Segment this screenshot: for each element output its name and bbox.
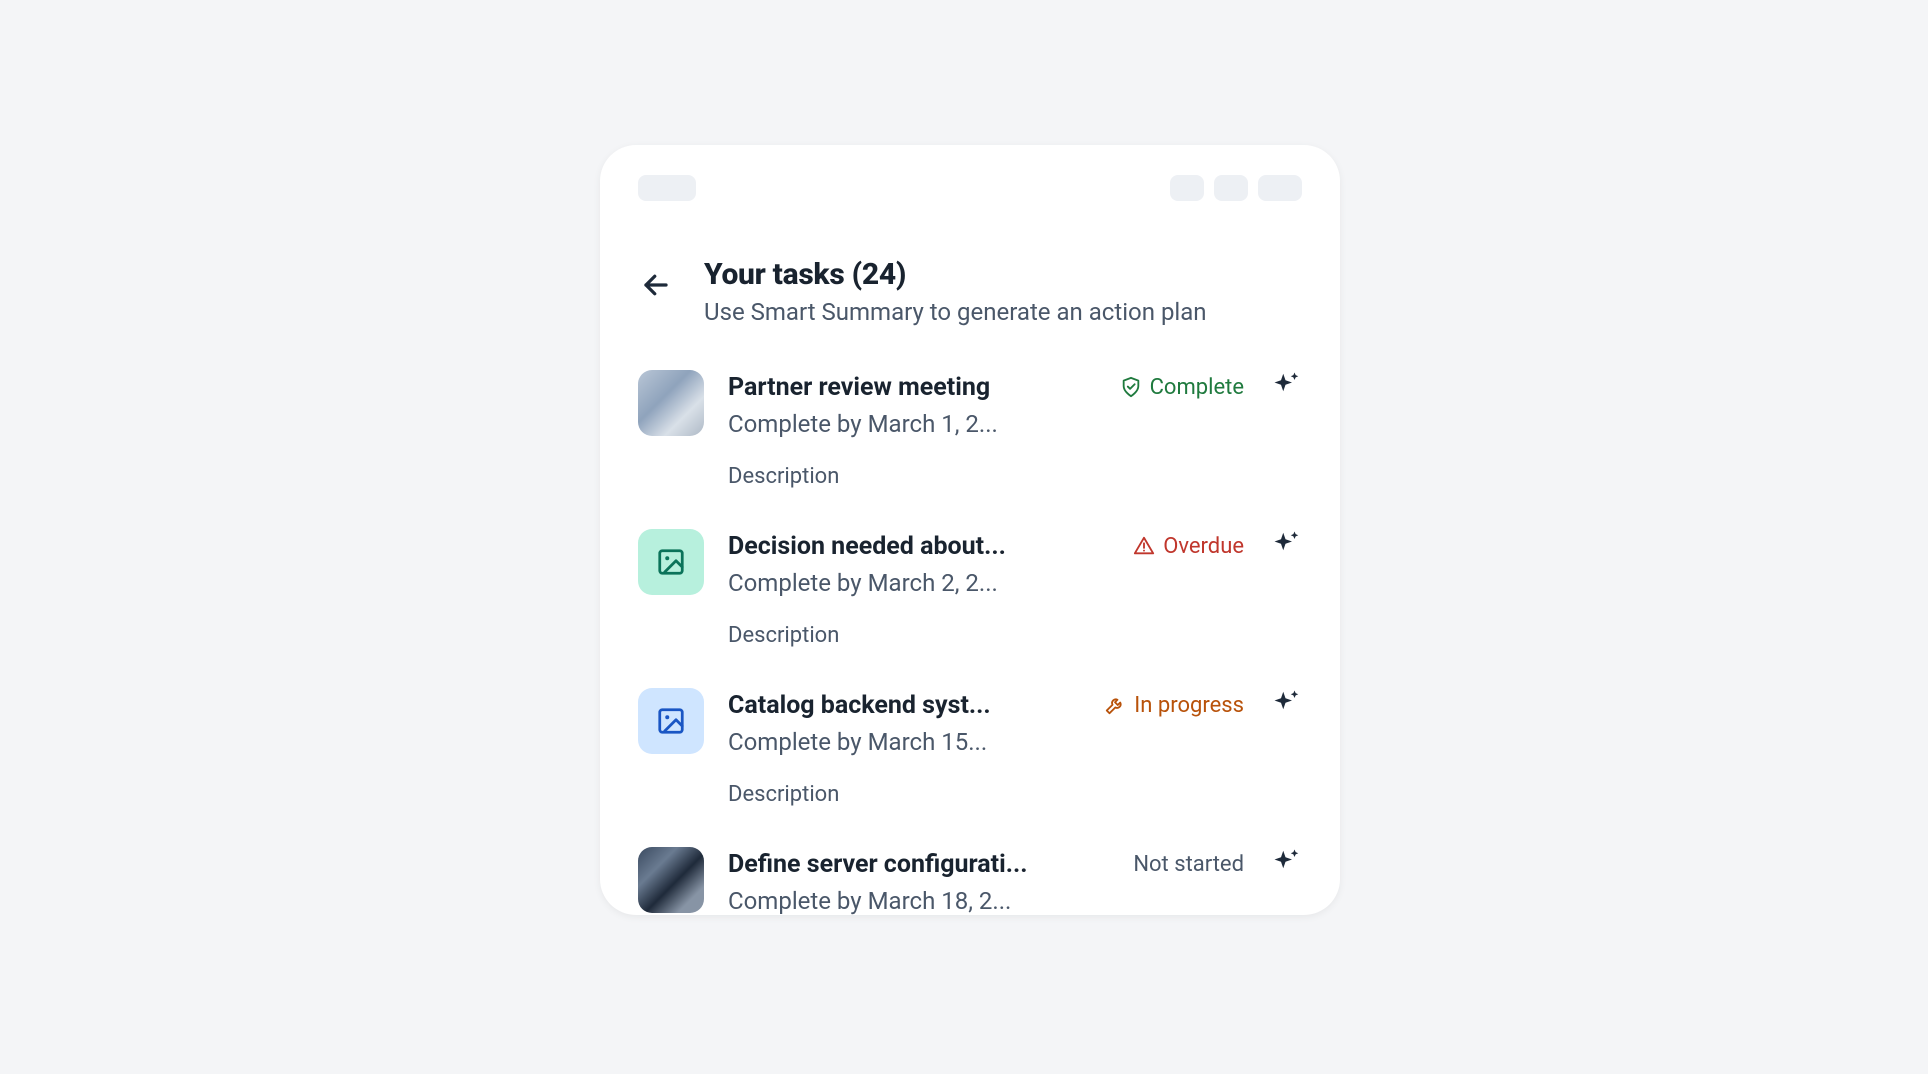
status-badge: Complete [1120,375,1244,400]
task-title: Catalog backend syst... [728,691,991,720]
smart-summary-button[interactable] [1272,529,1302,563]
smart-summary-button[interactable] [1272,370,1302,404]
task-due: Complete by March 2, 2... [728,569,1302,597]
sparkle-icon [1272,688,1302,718]
task-item[interactable]: Define server configurati... Not started… [638,847,1302,915]
status-bar [638,175,1302,201]
task-thumbnail [638,688,704,754]
header-text: Your tasks (24) Use Smart Summary to gen… [704,257,1207,326]
smart-summary-button[interactable] [1272,847,1302,881]
task-due: Complete by March 15... [728,728,1302,756]
task-description: Description [728,464,1302,489]
status-badge: Overdue [1133,534,1244,559]
task-title: Partner review meeting [728,373,990,402]
task-item[interactable]: Partner review meeting Complete Complete… [638,370,1302,489]
wrench-icon [1104,694,1126,716]
task-title: Define server configurati... [728,850,1027,879]
status-text: Not started [1133,852,1244,877]
task-body: Partner review meeting Complete Complete… [728,370,1302,489]
status-badge: In progress [1104,693,1244,718]
status-text: Overdue [1163,534,1244,559]
statusbar-wifi-placeholder [1214,175,1248,201]
image-icon [656,547,686,577]
image-icon [656,706,686,736]
arrow-left-icon [641,270,671,300]
page-subtitle: Use Smart Summary to generate an action … [704,298,1207,326]
page-title: Your tasks (24) [704,257,1207,292]
sparkle-icon [1272,847,1302,877]
statusbar-left [638,175,696,201]
task-title: Decision needed about... [728,532,1006,561]
task-thumbnail [638,529,704,595]
statusbar-battery-placeholder [1258,175,1302,201]
statusbar-signal-placeholder [1170,175,1204,201]
task-body: Catalog backend syst... In progress Comp… [728,688,1302,807]
task-body: Define server configurati... Not started… [728,847,1302,915]
statusbar-right [1170,175,1302,201]
statusbar-time-placeholder [638,175,696,201]
task-description: Description [728,623,1302,648]
back-button[interactable] [638,267,674,303]
smart-summary-button[interactable] [1272,688,1302,722]
page-header: Your tasks (24) Use Smart Summary to gen… [638,257,1302,326]
sparkle-icon [1272,529,1302,559]
task-item[interactable]: Decision needed about... Overdue [638,529,1302,648]
task-thumbnail [638,370,704,436]
status-text: Complete [1150,375,1244,400]
task-due: Complete by March 18, 2... [728,887,1302,915]
alert-triangle-icon [1133,535,1155,557]
status-badge: Not started [1133,852,1244,877]
task-description: Description [728,782,1302,807]
status-text: In progress [1134,693,1244,718]
task-due: Complete by March 1, 2... [728,410,1302,438]
shield-check-icon [1120,376,1142,398]
task-item[interactable]: Catalog backend syst... In progress Comp… [638,688,1302,807]
tasks-card: Your tasks (24) Use Smart Summary to gen… [600,145,1340,915]
task-thumbnail [638,847,704,913]
task-body: Decision needed about... Overdue [728,529,1302,648]
sparkle-icon [1272,370,1302,400]
